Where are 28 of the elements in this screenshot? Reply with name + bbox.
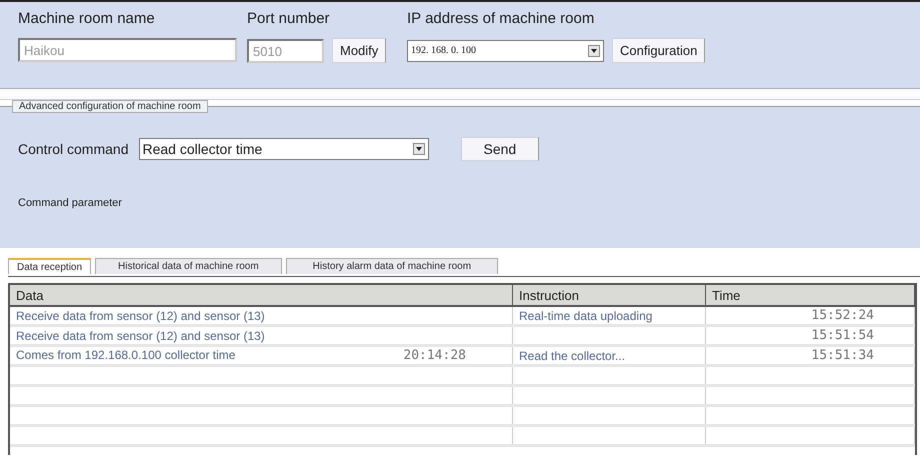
column-header: Data [10,285,512,306]
time-cell: 15:51:54 [811,328,874,343]
table-cell: Comes from 192.168.0.100 collector time [16,348,236,363]
ip-dropdown[interactable]: 192. 168. 0. 100 [407,40,604,62]
time-cell: 15:51:34 [811,348,874,363]
table-cell: Receive data from sensor (12) and sensor (13) [10,306,512,326]
command-dropdown[interactable]: Read collector time [138,138,428,160]
column-header: Time [706,285,914,306]
data-time: 20:14:28 [403,348,466,363]
table-cell: Receive data from sensor (12) and sensor (13) [10,326,512,346]
table-cell: Real-time data uploading [512,306,706,326]
tab[interactable]: Data reception [8,258,92,274]
table-cell: Read the collector... [512,346,706,366]
name-label: Machine room name [18,10,156,29]
configuration-button[interactable]: Configuration [612,38,706,63]
ip-label: IP address of machine room [407,10,596,29]
column-header: Instruction [512,285,706,306]
tab[interactable]: Historical data of machine room [95,258,282,274]
modify-button[interactable]: Modify [332,38,386,63]
command-label: Control command [18,141,128,157]
dropdown-arrow-icon[interactable] [591,48,597,52]
tab[interactable]: History alarm data of machine room [286,258,498,274]
group-title: Advanced configuration of machine room [12,100,208,113]
parameter-label: Command parameter [18,197,123,209]
port-label: Port number [247,10,331,29]
send-button[interactable]: Send [460,137,540,161]
time-cell: 15:52:24 [811,308,874,323]
dropdown-arrow-icon[interactable] [416,147,422,151]
